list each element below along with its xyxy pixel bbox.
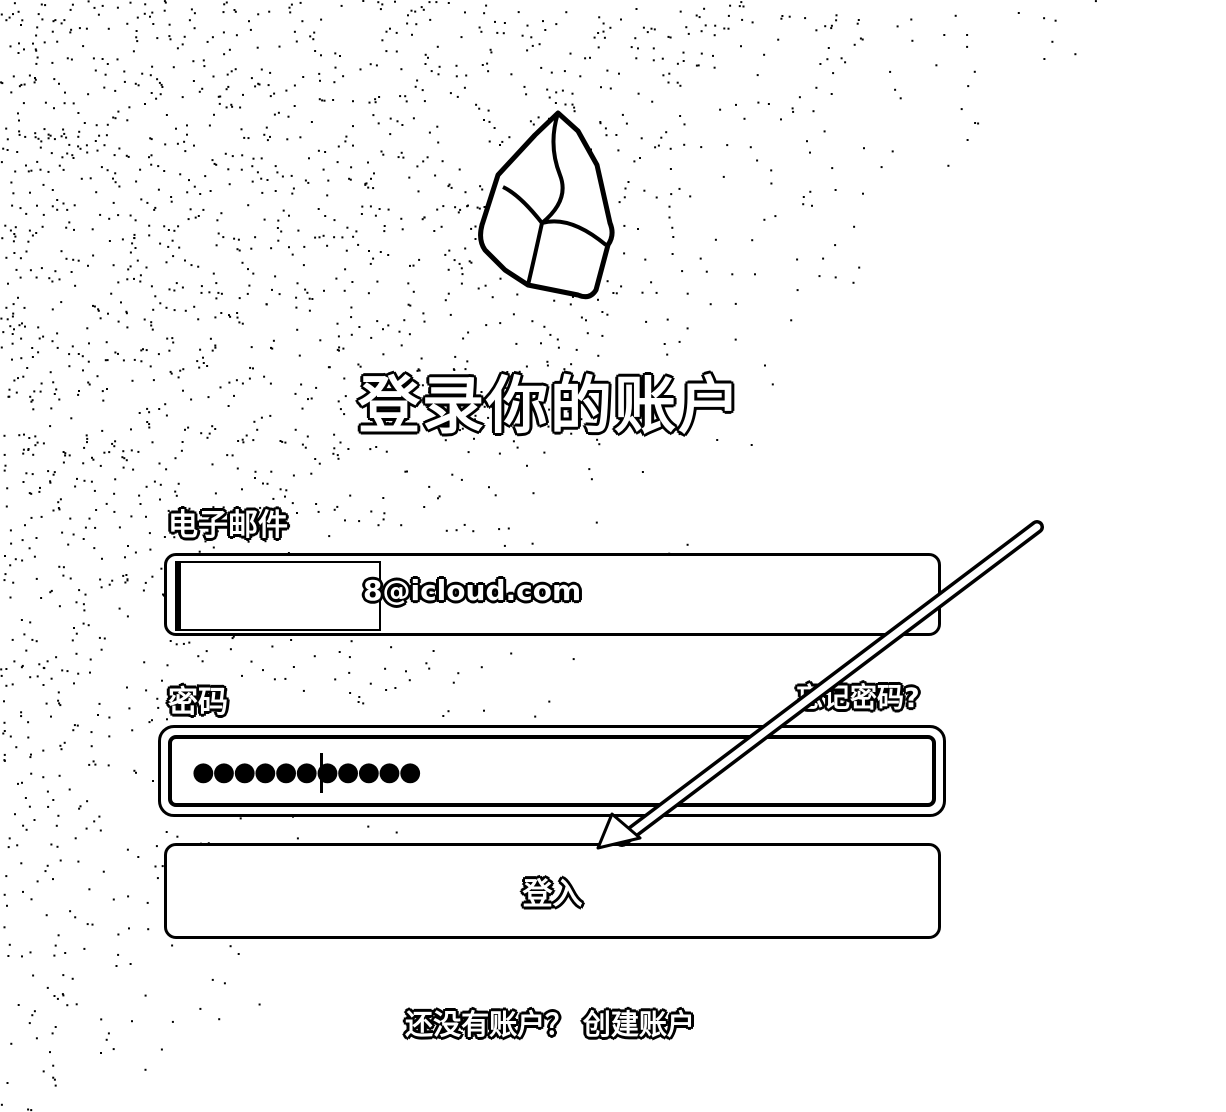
obsidian-logo-icon xyxy=(478,110,615,300)
signup-prompt: 还没有账户？ xyxy=(405,1008,574,1041)
text-caret xyxy=(320,753,323,793)
page-title: 登录你的账户 xyxy=(357,369,742,442)
password-field-focus-ring: ●●●●●●●●●●● xyxy=(158,725,946,817)
password-field[interactable]: ●●●●●●●●●●● xyxy=(168,735,936,807)
login-button-label: 登入 xyxy=(522,877,583,912)
signup-line: 还没有账户？ 创建账户 xyxy=(0,1003,1100,1043)
password-label: 密码 xyxy=(168,685,228,720)
email-value: 8@icloud.com xyxy=(363,574,582,607)
email-field[interactable]: 8@icloud.com xyxy=(164,553,941,636)
email-label: 电子邮件 xyxy=(168,508,288,543)
create-account-link[interactable]: 创建账户 xyxy=(583,1008,695,1041)
login-button[interactable]: 登入 xyxy=(164,843,941,939)
redaction-mask xyxy=(175,561,381,631)
forgot-password-link[interactable]: 忘记密码? xyxy=(796,676,920,715)
password-value: ●●●●●●●●●●● xyxy=(192,757,422,787)
